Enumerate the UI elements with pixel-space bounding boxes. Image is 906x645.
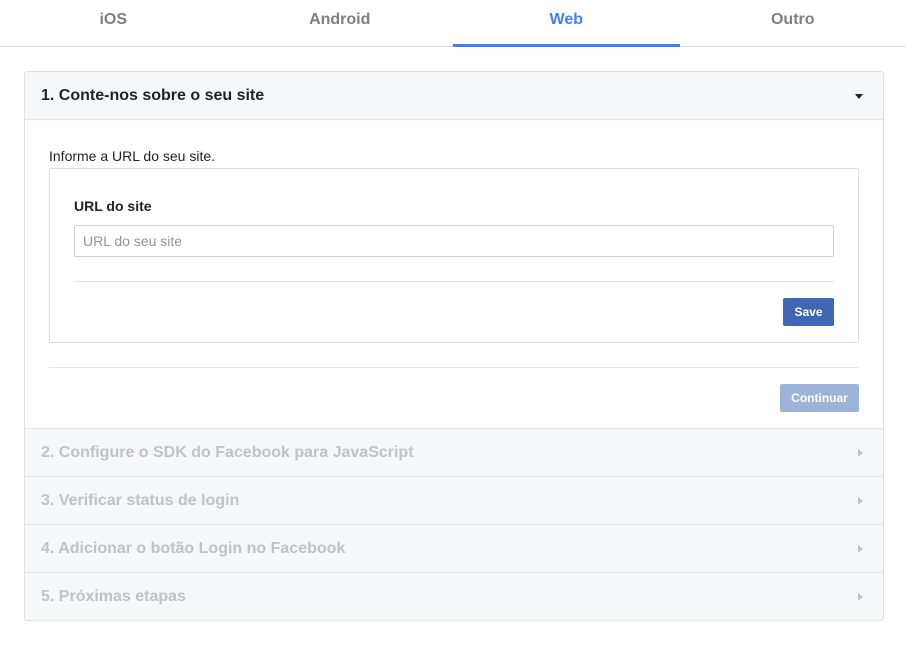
step-2-header[interactable]: 2. Configure o SDK do Facebook para Java… — [25, 429, 883, 477]
step-3-title: 3. Verificar status de login — [41, 491, 240, 509]
tab-ios[interactable]: iOS — [0, 0, 227, 46]
step-5-title: 5. Próximas etapas — [41, 588, 186, 605]
continue-button[interactable]: Continuar — [780, 384, 859, 412]
site-url-label: URL do site — [74, 198, 152, 214]
step-4-header[interactable]: 4. Adicionar o botão Login no Facebook — [25, 525, 883, 573]
tab-android[interactable]: Android — [227, 0, 454, 46]
tab-web[interactable]: Web — [453, 0, 680, 47]
caret-down-icon — [855, 94, 863, 99]
step-1-title: 1. Conte-nos sobre o seu site — [41, 86, 265, 104]
step-2-title: 2. Configure o SDK do Facebook para Java… — [41, 443, 414, 461]
caret-right-icon — [858, 544, 863, 553]
caret-right-icon — [858, 593, 863, 601]
save-button[interactable]: Save — [783, 298, 834, 326]
step-3-header[interactable]: 3. Verificar status de login — [25, 477, 883, 525]
site-url-input[interactable] — [74, 225, 834, 257]
step-5-header[interactable]: 5. Próximas etapas — [25, 573, 883, 620]
tab-label: Web — [549, 11, 583, 28]
tab-label: iOS — [99, 11, 128, 28]
caret-right-icon — [858, 496, 863, 505]
platform-tabs: iOS Android Web Outro — [0, 0, 906, 47]
step-1-intro: Informe a URL do seu site. — [49, 148, 216, 164]
card-divider — [74, 281, 834, 282]
tab-label: Android — [309, 11, 371, 28]
setup-steps-panel: 1. Conte-nos sobre o seu site Informe a … — [24, 71, 884, 621]
tab-label: Outro — [770, 11, 815, 28]
step-1-body: Informe a URL do seu site. URL do site S… — [25, 120, 883, 429]
step-1-header[interactable]: 1. Conte-nos sobre o seu site — [25, 72, 883, 120]
step-body-divider — [49, 367, 859, 368]
tab-outro[interactable]: Outro — [680, 0, 906, 46]
site-url-card: URL do site Save — [49, 168, 859, 343]
step-4-title: 4. Adicionar o botão Login no Facebook — [41, 539, 346, 557]
caret-right-icon — [858, 448, 863, 457]
